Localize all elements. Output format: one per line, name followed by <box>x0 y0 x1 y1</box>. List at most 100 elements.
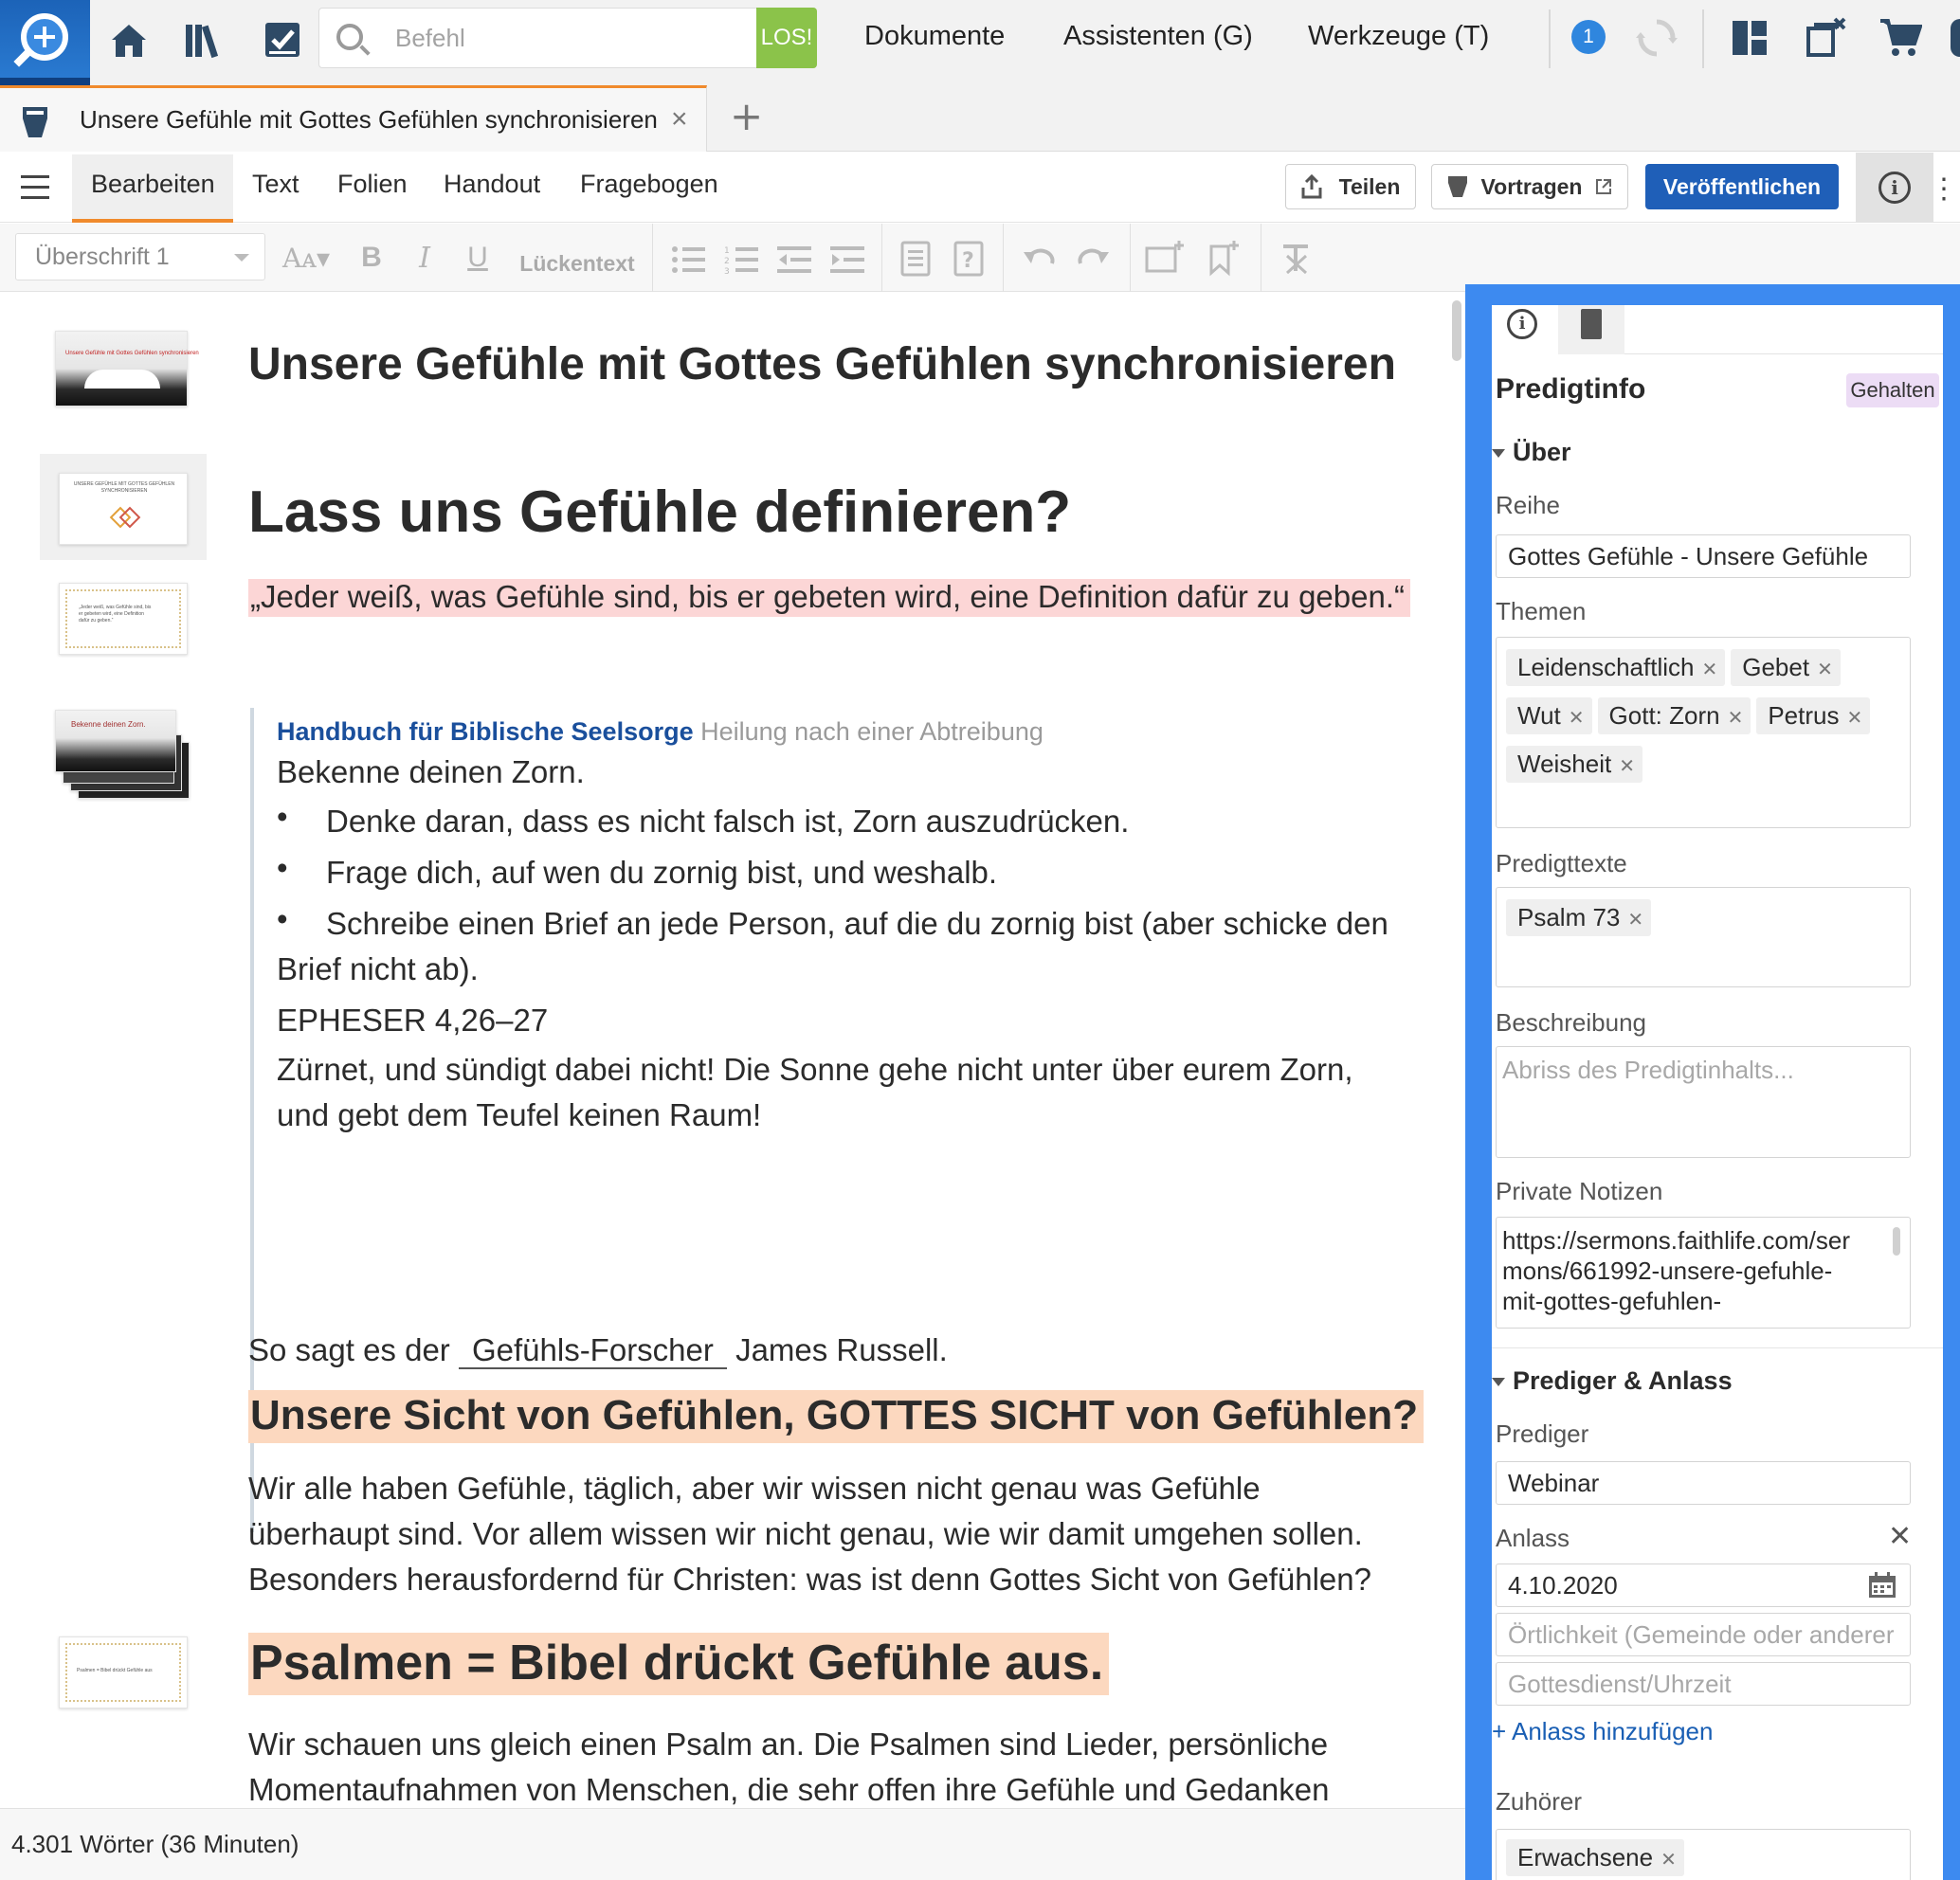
indent-icon[interactable] <box>830 244 864 275</box>
paragraph-sight-1[interactable]: Wir alle haben Gefühle, täglich, aber wi… <box>248 1466 1261 1511</box>
home-icon[interactable] <box>108 19 150 61</box>
preacher-field[interactable]: Webinar <box>1496 1461 1911 1505</box>
font-size-icon[interactable]: Aᴀ▾ <box>281 237 332 279</box>
tab-slides[interactable]: Folien <box>337 170 408 199</box>
document-title[interactable]: Unsere Gefühle mit Gottes Gefühlen synch… <box>248 338 1396 390</box>
remove-icon[interactable]: ✕ <box>1817 660 1833 680</box>
bold-icon[interactable]: B <box>353 237 390 279</box>
sync-icon[interactable] <box>1636 17 1678 59</box>
clear-format-icon[interactable] <box>1279 243 1312 275</box>
remove-icon[interactable]: ✕ <box>1619 756 1635 777</box>
section-preacher-toggle[interactable]: Prediger & Anlass <box>1492 1366 1733 1396</box>
paragraph-russell[interactable]: So sagt es der Gefühls-Forscher James Ru… <box>248 1328 948 1373</box>
remove-icon[interactable]: ✕ <box>1728 708 1744 729</box>
paragraph-sight-3[interactable]: Besonders herausfordernd für Christen: w… <box>248 1557 1371 1602</box>
present-button[interactable]: Vortragen <box>1431 164 1628 209</box>
sermon-texts-field[interactable]: Psalm 73 ✕ <box>1496 887 1911 987</box>
tab-edit[interactable]: Bearbeiten <box>91 170 215 199</box>
italic-icon[interactable]: I <box>406 237 444 279</box>
numbered-list-icon[interactable]: 1 2 3 <box>724 244 758 275</box>
topic-chip[interactable]: Gebet ✕ <box>1731 649 1841 686</box>
cloze-blank[interactable]: Gefühls-Forscher <box>458 1332 727 1369</box>
more-options-icon[interactable]: ⋮ <box>1930 170 1958 208</box>
menu-documents[interactable]: Dokumente <box>864 21 1005 52</box>
audience-field[interactable]: Erwachsene ✕ <box>1496 1829 1911 1880</box>
tab-questionnaire[interactable]: Fragebogen <box>580 170 718 199</box>
slide-thumbnail-stack[interactable]: Bekenne deinen Zorn. <box>55 710 176 772</box>
remove-icon[interactable]: ✕ <box>1569 708 1585 729</box>
tab-text[interactable]: Text <box>252 170 299 199</box>
info-button[interactable]: i <box>1856 153 1933 223</box>
remove-icon[interactable]: ✕ <box>1847 708 1863 729</box>
scrollbar[interactable] <box>1452 300 1461 361</box>
close-panels-icon[interactable] <box>1805 17 1846 59</box>
section-about-toggle[interactable]: Über <box>1492 438 1571 467</box>
topic-chip[interactable]: Weisheit ✕ <box>1506 746 1642 783</box>
new-tab-button[interactable]: + <box>730 93 763 139</box>
command-input[interactable] <box>395 18 680 58</box>
question-block-icon[interactable]: ? <box>953 241 984 277</box>
cloze-button[interactable]: Lückentext <box>516 243 639 284</box>
menu-assistants[interactable]: Assistenten (G) <box>1063 21 1253 52</box>
occasion-date-field[interactable]: 4.10.2020 <box>1496 1564 1911 1607</box>
slide-thumbnail[interactable]: Unsere Gefühle mit Gottes Gefühlen synch… <box>55 331 199 407</box>
topic-chip[interactable]: Gott: Zorn ✕ <box>1597 697 1751 734</box>
add-slide-icon[interactable] <box>1145 239 1185 277</box>
menu-tools[interactable]: Werkzeuge (T) <box>1308 21 1489 52</box>
audience-chip[interactable]: Erwachsene ✕ <box>1506 1839 1684 1876</box>
text-chip[interactable]: Psalm 73 ✕ <box>1506 899 1652 936</box>
paragraph-psalm-2[interactable]: Momentaufnahmen von Menschen, die sehr o… <box>248 1767 1329 1809</box>
highlighted-quote[interactable]: „Jeder weiß, was Gefühle sind, bis er ge… <box>248 579 1410 617</box>
topic-chip[interactable]: Leidenschaftlich ✕ <box>1506 649 1726 686</box>
service-time-field[interactable]: Gottesdienst/Uhrzeit <box>1496 1662 1911 1706</box>
tab-handout[interactable]: Handout <box>444 170 540 199</box>
topics-field[interactable]: Leidenschaftlich ✕ Gebet ✕ Wut ✕ Gott: Zorn ✕ P… <box>1496 637 1911 828</box>
notes-scrollbar[interactable] <box>1893 1227 1900 1256</box>
series-field[interactable]: Gottes Gefühle - Unsere Gefühle <box>1496 534 1911 578</box>
add-occasion-link[interactable]: + Anlass hinzufügen <box>1492 1717 1713 1746</box>
note-block-icon[interactable] <box>900 241 931 277</box>
paragraph-sight-2[interactable]: überhaupt sind. Vor allem wissen wir nic… <box>248 1511 1363 1557</box>
tab-close-icon[interactable]: × <box>671 103 688 136</box>
topic-chip[interactable]: Petrus ✕ <box>1756 697 1871 734</box>
undo-icon[interactable] <box>1022 244 1056 273</box>
document-editor[interactable]: Unsere Gefühle mit Gottes Gefühlen synch… <box>0 293 1465 1809</box>
slide-thumbnail[interactable]: Psalmen = Bibel drückt Gefühle aus <box>59 1636 188 1708</box>
menu-icon[interactable] <box>21 175 49 200</box>
remove-occasion-icon[interactable]: ✕ <box>1888 1520 1912 1553</box>
location-field[interactable]: Örtlichkeit (Gemeinde oder anderer <box>1496 1613 1911 1656</box>
remove-icon[interactable]: ✕ <box>1661 1850 1677 1871</box>
paragraph-style-select[interactable]: Überschrift 1 <box>15 233 265 280</box>
heading-psalm[interactable]: Psalmen = Bibel drückt Gefühle aus. <box>248 1633 1110 1695</box>
bullet-list-icon[interactable] <box>671 244 705 275</box>
status-badge[interactable]: Gehalten <box>1846 373 1939 407</box>
checklist-icon[interactable] <box>262 19 303 61</box>
cart-icon[interactable] <box>1878 17 1922 59</box>
paragraph-psalm-1[interactable]: Wir schauen uns gleich einen Psalm an. D… <box>248 1722 1328 1767</box>
slide-thumbnail[interactable]: „Jeder weiß, was Gefühle sind, bis er ge… <box>59 583 188 655</box>
add-bookmark-icon[interactable] <box>1207 239 1242 277</box>
app-logo[interactable] <box>0 0 90 85</box>
topic-chip[interactable]: Wut ✕ <box>1506 697 1592 734</box>
publish-button[interactable]: Veröffentlichen <box>1645 164 1839 209</box>
heading-define[interactable]: Lass uns Gefühle definieren? <box>248 479 1071 546</box>
share-button[interactable]: Teilen <box>1285 164 1416 209</box>
panel-tab-notebook[interactable] <box>1558 305 1624 354</box>
excerpt-source[interactable]: Handbuch für Biblische Seelsorge Heilung… <box>277 717 1044 747</box>
tab-document[interactable]: Unsere Gefühle mit Gottes Gefühlen synch… <box>0 85 707 152</box>
account-icon[interactable] <box>1951 19 1960 57</box>
underline-icon[interactable]: U <box>459 237 497 279</box>
remove-icon[interactable]: ✕ <box>1701 660 1717 680</box>
calendar-icon[interactable] <box>1868 1572 1896 1599</box>
description-field[interactable]: Abriss des Predigtinhalts... <box>1496 1046 1911 1158</box>
remove-icon[interactable]: ✕ <box>1627 910 1643 931</box>
private-notes-field[interactable]: https://sermons.faithlife.com/ser mons/6… <box>1496 1217 1911 1329</box>
panel-tab-info[interactable]: i <box>1492 305 1558 354</box>
redo-icon[interactable] <box>1077 244 1111 273</box>
outdent-icon[interactable] <box>777 244 811 275</box>
heading-sight[interactable]: Unsere Sicht von Gefühlen, GOTTES SICHT … <box>248 1390 1425 1443</box>
notification-badge[interactable]: 1 <box>1571 20 1606 54</box>
slide-thumbnail[interactable]: UNSERE GEFÜHLE MIT GOTTES GEFÜHLEN SYNCH… <box>59 473 188 545</box>
layout-icon[interactable] <box>1731 19 1769 57</box>
library-icon[interactable] <box>184 19 226 61</box>
